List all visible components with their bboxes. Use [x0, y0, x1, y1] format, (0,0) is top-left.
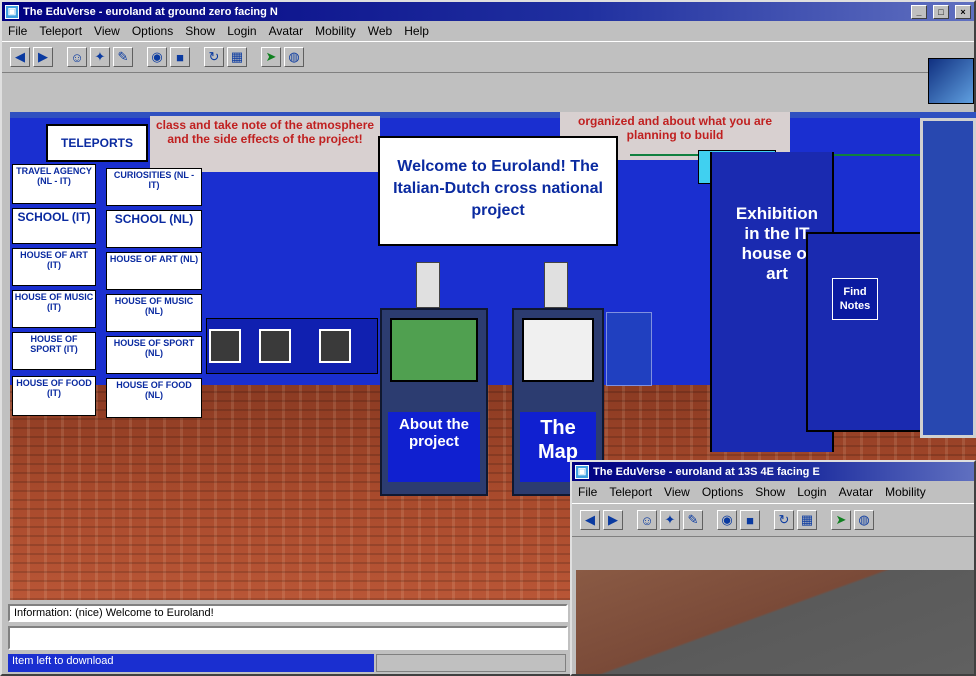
- teleport-icon[interactable]: ➤: [831, 510, 851, 530]
- kiosk-about[interactable]: About the project: [380, 308, 488, 496]
- map-icon[interactable]: ▦: [227, 47, 247, 67]
- brand-logo: [928, 58, 974, 104]
- menu-options[interactable]: Options: [132, 24, 173, 38]
- maximize-button[interactable]: □: [933, 4, 949, 19]
- second-window-title: The EduVerse - euroland at 13S 4E facing…: [593, 465, 820, 478]
- banner-left: class and take note of the atmosphere an…: [150, 116, 380, 172]
- photo-strip: [206, 318, 378, 374]
- second-toolbar: ◀ ▶ ☺ ✦ ✎ ◉ ■ ↻ ▦ ➤ ◍: [572, 503, 974, 537]
- teleport-button-music-it[interactable]: HOUSE OF MUSIC (IT): [12, 290, 96, 328]
- menu-bar: File Teleport View Options Show Login Av…: [2, 21, 974, 41]
- window-title: The EduVerse - euroland at ground zero f…: [23, 5, 278, 18]
- chat-log: Information: (nice) Welcome to Euroland!: [8, 604, 568, 622]
- menu-show[interactable]: Show: [755, 485, 785, 499]
- rotate-icon[interactable]: ↻: [774, 510, 794, 530]
- photo[interactable]: [209, 329, 241, 363]
- menu-avatar[interactable]: Avatar: [839, 485, 873, 499]
- minimize-button[interactable]: _: [911, 4, 927, 19]
- menu-show[interactable]: Show: [185, 24, 215, 38]
- teleport-button-sport-it[interactable]: HOUSE OF SPORT (IT): [12, 332, 96, 370]
- teleport-button-curiosities[interactable]: CURIOSITIES (NL - IT): [106, 168, 202, 206]
- app-icon: ▣: [575, 464, 589, 479]
- world-icon[interactable]: ✦: [660, 510, 680, 530]
- menu-file[interactable]: File: [578, 485, 597, 499]
- teleport-button-art-nl[interactable]: HOUSE OF ART (NL): [106, 252, 202, 290]
- main-title-bar[interactable]: ▣ The EduVerse - euroland at ground zero…: [2, 2, 974, 21]
- teleport-button-art-it[interactable]: HOUSE OF ART (IT): [12, 248, 96, 286]
- menu-help[interactable]: Help: [404, 24, 429, 38]
- kiosk-about-screen: [390, 318, 478, 382]
- map-icon[interactable]: ▦: [797, 510, 817, 530]
- kiosk-map-totem: [544, 262, 568, 308]
- photo[interactable]: [319, 329, 351, 363]
- toolbar: ◀ ▶ ☺ ✦ ✎ ◉ ■ ↻ ▦ ➤ ◍: [2, 41, 974, 73]
- teleport-button-sport-nl[interactable]: HOUSE OF SPORT (NL): [106, 336, 202, 374]
- menu-teleport[interactable]: Teleport: [609, 485, 652, 499]
- framed-poster: [920, 118, 976, 438]
- close-button[interactable]: ×: [955, 4, 971, 19]
- tools-icon[interactable]: ✎: [683, 510, 703, 530]
- second-window: ▣ The EduVerse - euroland at 13S 4E faci…: [570, 460, 976, 676]
- kiosk-about-label: About the project: [388, 412, 480, 482]
- globe-icon[interactable]: ◍: [284, 47, 304, 67]
- back-arrow-icon[interactable]: ◀: [10, 47, 30, 67]
- avatar-icon[interactable]: ☺: [67, 47, 87, 67]
- camera-icon[interactable]: ◉: [717, 510, 737, 530]
- menu-web[interactable]: Web: [368, 24, 392, 38]
- tools-icon[interactable]: ✎: [113, 47, 133, 67]
- kiosk-about-totem: [416, 262, 440, 308]
- menu-login[interactable]: Login: [227, 24, 256, 38]
- teleport-button-music-nl[interactable]: HOUSE OF MUSIC (NL): [106, 294, 202, 332]
- camera-icon[interactable]: ◉: [147, 47, 167, 67]
- world-icon[interactable]: ✦: [90, 47, 110, 67]
- teleport-button-travel-agency[interactable]: TRAVEL AGENCY (NL - IT): [12, 164, 96, 204]
- film-icon[interactable]: ■: [740, 510, 760, 530]
- teleport-icon[interactable]: ➤: [261, 47, 281, 67]
- menu-mobility[interactable]: Mobility: [885, 485, 926, 499]
- second-3d-viewport[interactable]: [576, 570, 974, 674]
- status-bar-rest: [376, 654, 566, 672]
- second-title-bar[interactable]: ▣ The EduVerse - euroland at 13S 4E faci…: [572, 462, 974, 481]
- second-menu-bar: File Teleport View Options Show Login Av…: [572, 481, 974, 503]
- info-panel: [606, 312, 652, 386]
- forward-arrow-icon[interactable]: ▶: [603, 510, 623, 530]
- menu-view[interactable]: View: [94, 24, 120, 38]
- teleport-button-school-nl[interactable]: SCHOOL (NL): [106, 210, 202, 248]
- teleport-button-food-it[interactable]: HOUSE OF FOOD (IT): [12, 376, 96, 416]
- welcome-sign[interactable]: Welcome to Euroland! The Italian-Dutch c…: [378, 136, 618, 246]
- menu-view[interactable]: View: [664, 485, 690, 499]
- status-bar: Item left to download: [8, 654, 374, 672]
- globe-icon[interactable]: ◍: [854, 510, 874, 530]
- teleports-heading: TELEPORTS: [46, 124, 148, 162]
- photo[interactable]: [259, 329, 291, 363]
- menu-options[interactable]: Options: [702, 485, 743, 499]
- menu-avatar[interactable]: Avatar: [269, 24, 303, 38]
- film-icon[interactable]: ■: [170, 47, 190, 67]
- teleport-button-food-nl[interactable]: HOUSE OF FOOD (NL): [106, 378, 202, 418]
- app-icon: ▣: [5, 4, 19, 19]
- menu-mobility[interactable]: Mobility: [315, 24, 356, 38]
- rotate-icon[interactable]: ↻: [204, 47, 224, 67]
- right-wall-panel: Find Notes: [806, 232, 922, 432]
- chat-input[interactable]: [8, 626, 568, 650]
- teleport-button-school-it[interactable]: SCHOOL (IT): [12, 208, 96, 244]
- avatar-icon[interactable]: ☺: [637, 510, 657, 530]
- menu-file[interactable]: File: [8, 24, 27, 38]
- forward-arrow-icon[interactable]: ▶: [33, 47, 53, 67]
- rules-sign[interactable]: Find Notes: [832, 278, 878, 320]
- menu-login[interactable]: Login: [797, 485, 826, 499]
- back-arrow-icon[interactable]: ◀: [580, 510, 600, 530]
- kiosk-map-screen: [522, 318, 594, 382]
- menu-teleport[interactable]: Teleport: [39, 24, 82, 38]
